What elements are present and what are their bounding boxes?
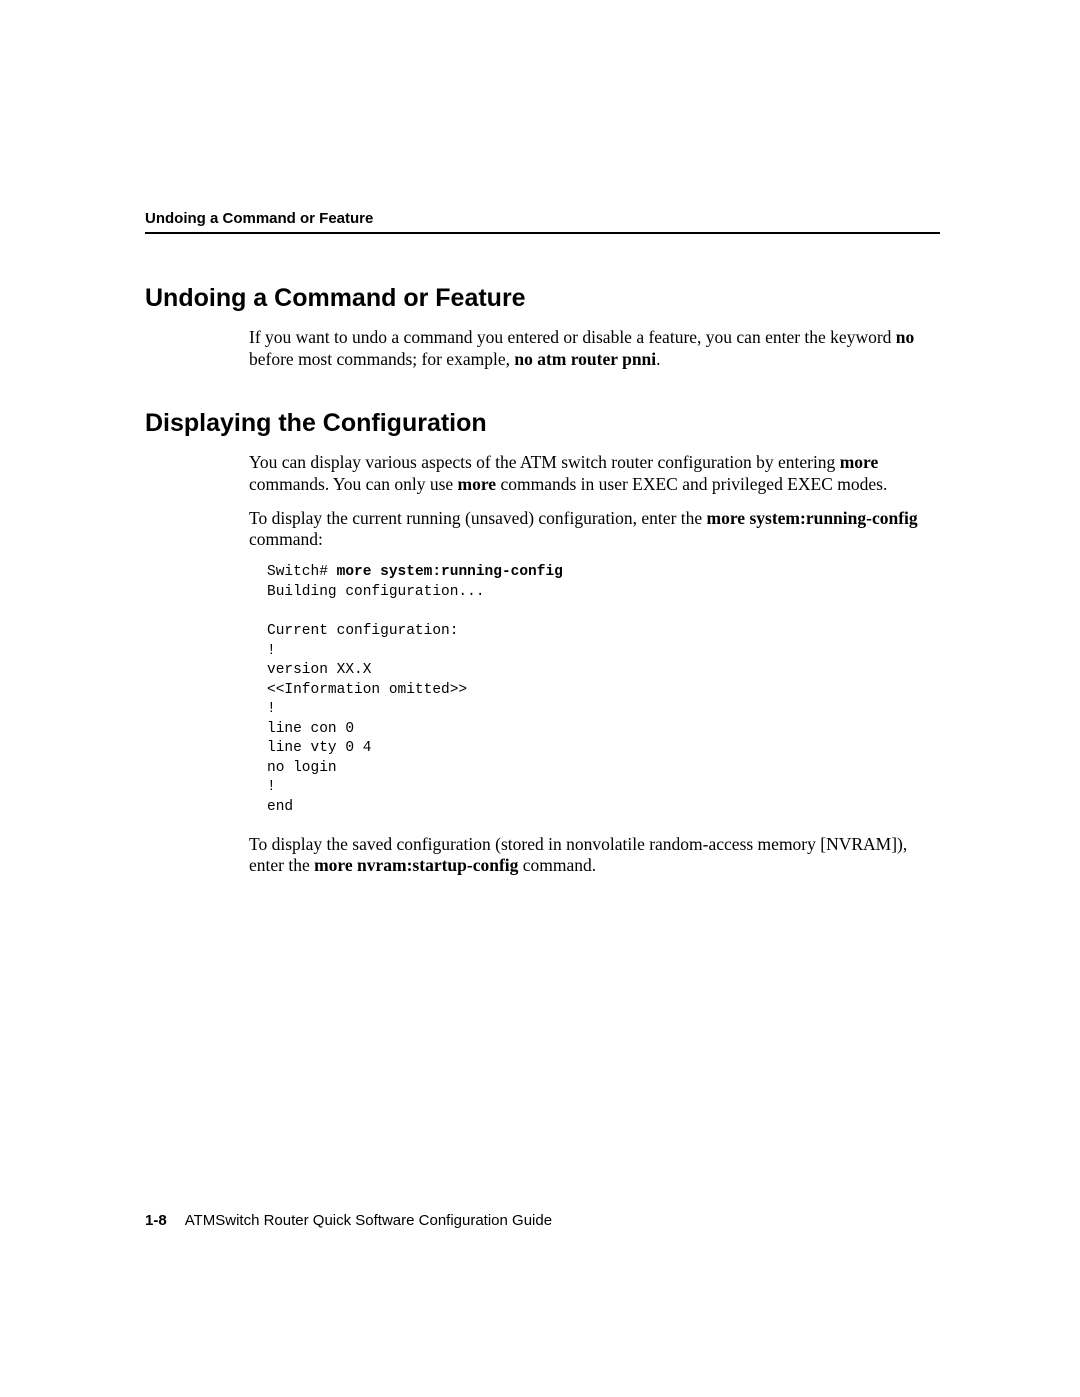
text: command. bbox=[518, 855, 596, 875]
header-rule bbox=[145, 232, 940, 234]
section-heading-displaying: Displaying the Configuration bbox=[145, 409, 940, 438]
code-block: Switch# more system:running-config Build… bbox=[267, 563, 940, 817]
bold-text: more nvram:startup-config bbox=[314, 855, 518, 875]
code-command: more system:running-config bbox=[337, 564, 563, 580]
text: You can display various aspects of the A… bbox=[249, 452, 840, 472]
text: before most commands; for example, bbox=[249, 349, 514, 369]
section-body-undoing: If you want to undo a command you entere… bbox=[249, 327, 940, 371]
bold-text: more system:running-config bbox=[707, 508, 918, 528]
section-displaying: Displaying the Configuration You can dis… bbox=[145, 409, 940, 878]
paragraph: To display the current running (unsaved)… bbox=[249, 508, 940, 552]
section-heading-undoing: Undoing a Command or Feature bbox=[145, 284, 940, 313]
text: commands in user EXEC and privileged EXE… bbox=[496, 474, 887, 494]
doc-title: ATMSwitch Router Quick Software Configur… bbox=[185, 1212, 552, 1229]
section-body-displaying: You can display various aspects of the A… bbox=[249, 452, 940, 878]
page-footer: 1-8 ATMSwitch Router Quick Software Confi… bbox=[145, 1212, 552, 1229]
text: . bbox=[656, 349, 660, 369]
paragraph: You can display various aspects of the A… bbox=[249, 452, 940, 496]
running-header: Undoing a Command or Feature bbox=[145, 210, 940, 227]
bold-text: no bbox=[896, 327, 914, 347]
bold-text: more bbox=[840, 452, 879, 472]
text: command: bbox=[249, 529, 323, 549]
text: If you want to undo a command you entere… bbox=[249, 327, 896, 347]
bold-text: no atm router pnni bbox=[514, 349, 656, 369]
text: commands. You can only use bbox=[249, 474, 458, 494]
page-content: Undoing a Command or Feature Undoing a C… bbox=[0, 0, 1080, 877]
code-output: Building configuration... Current config… bbox=[267, 584, 485, 815]
text: To display the current running (unsaved)… bbox=[249, 508, 707, 528]
bold-text: more bbox=[458, 474, 497, 494]
paragraph: To display the saved configuration (stor… bbox=[249, 834, 940, 878]
paragraph: If you want to undo a command you entere… bbox=[249, 327, 940, 371]
code-prompt: Switch# bbox=[267, 564, 337, 580]
page-number: 1-8 bbox=[145, 1212, 167, 1229]
